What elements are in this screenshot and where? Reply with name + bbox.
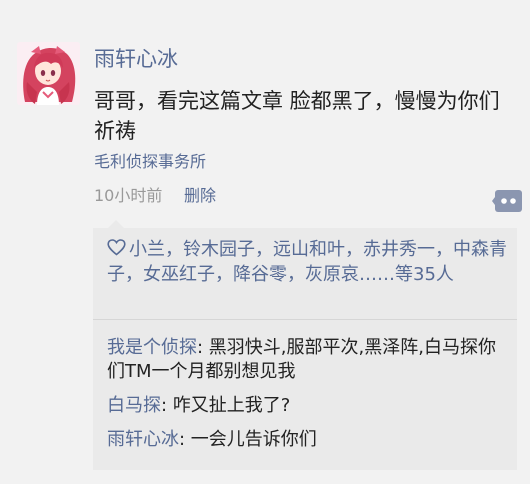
comment-text: : 咋又扯上我了? bbox=[161, 395, 291, 416]
comment-item[interactable]: 我是个侦探: 黑羽快斗,服部平次,黑泽阵,白马探你们TM一个月都别想见我 bbox=[107, 336, 511, 384]
likes-comments-panel: 小兰，铃木园子，远山和叶，赤井秀一，中森青子，女巫红子，降谷零，灰原哀……等35… bbox=[93, 228, 517, 470]
delete-button[interactable]: 删除 bbox=[184, 184, 216, 208]
likes-text: 小兰，铃木园子，远山和叶，赤井秀一，中森青子，女巫红子，降谷零，灰原哀……等35… bbox=[107, 239, 507, 285]
comment-text: : 一会儿告诉你们 bbox=[179, 429, 317, 450]
post-author-name[interactable]: 雨轩心冰 bbox=[94, 44, 178, 74]
avatar[interactable] bbox=[17, 42, 80, 105]
post-timestamp: 10小时前 bbox=[94, 186, 163, 205]
more-dots-icon[interactable] bbox=[492, 189, 522, 213]
panel-pointer bbox=[108, 220, 124, 228]
post-content: 哥哥，看完这篇文章 脸都黑了，慢慢为你们祈祷 bbox=[94, 89, 500, 143]
comment-item[interactable]: 白马探: 咋又扯上我了? bbox=[107, 394, 511, 418]
divider bbox=[93, 319, 517, 320]
post-source-link[interactable]: 毛利侦探事务所 bbox=[94, 150, 206, 174]
comment-item[interactable]: 雨轩心冰: 一会儿告诉你们 bbox=[107, 428, 511, 452]
heart-outline-icon bbox=[107, 239, 126, 256]
likes-list[interactable]: 小兰，铃木园子，远山和叶，赤井秀一，中森青子，女巫红子，降谷零，灰原哀……等35… bbox=[107, 238, 511, 287]
comment-author[interactable]: 白马探 bbox=[107, 395, 161, 416]
comment-author[interactable]: 我是个侦探 bbox=[107, 337, 197, 358]
comment-author[interactable]: 雨轩心冰 bbox=[107, 429, 179, 450]
